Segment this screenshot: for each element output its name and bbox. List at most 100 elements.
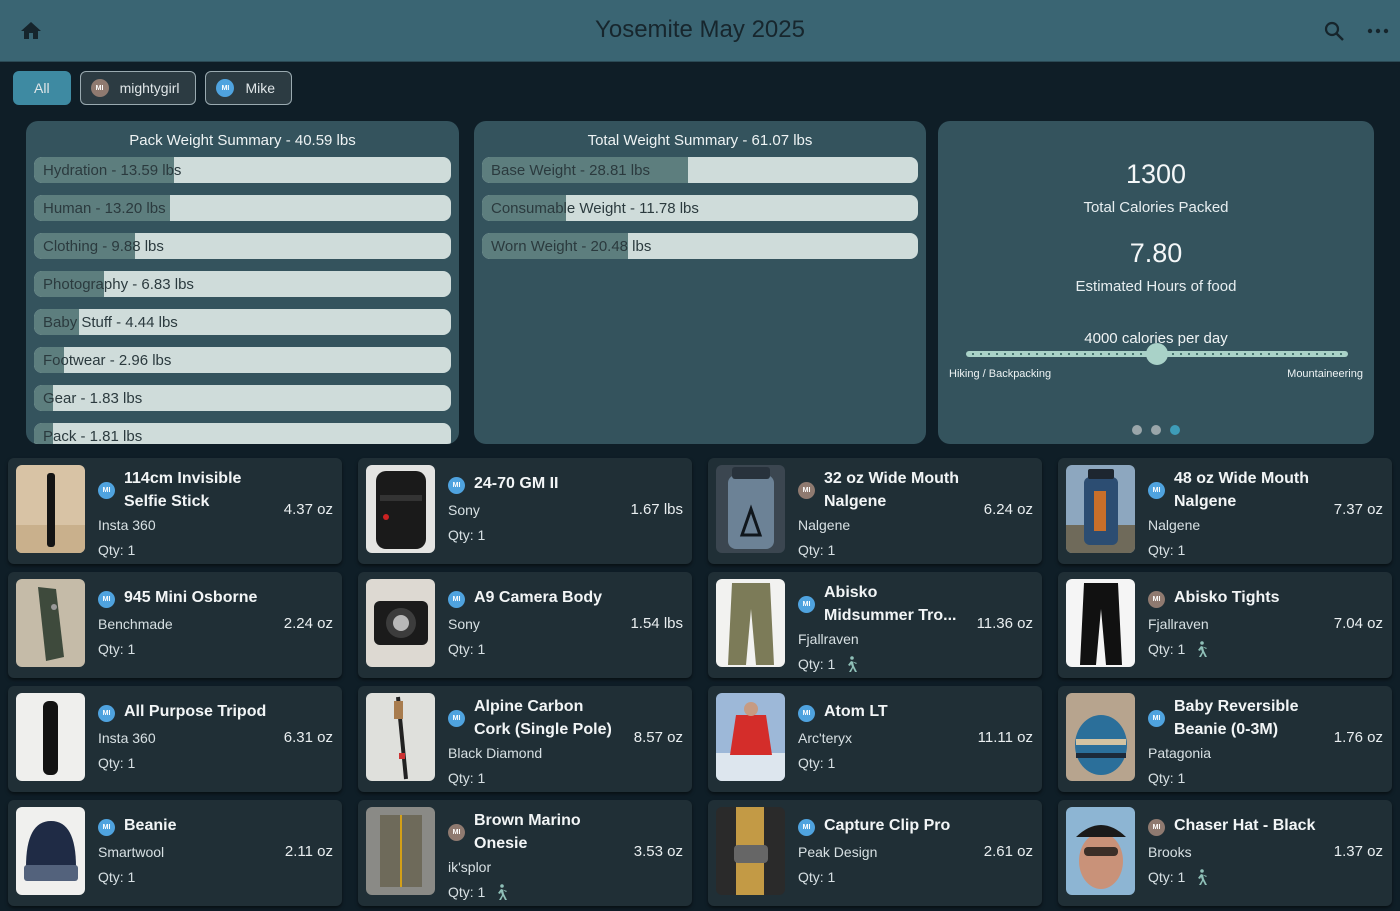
item-quantity-text: Qty: 1 [798,869,836,885]
pack-category-bar: Gear - 1.83 lbs [34,385,451,411]
gear-item-card[interactable]: MI Alpine Carbon Cork (Single Pole) Black … [358,686,692,792]
food-hours-value: 7.80 [1129,238,1183,268]
owner-avatar: MI [1148,819,1165,836]
item-quantity-text: Qty: 1 [1148,869,1186,885]
gear-item-card[interactable]: MI 114cm Invisible Selfie Stick Insta 360 Q… [8,458,342,564]
owner-avatar: MI [1148,591,1165,608]
more-options-icon[interactable] [1366,19,1390,43]
owner-avatar: MI [1148,710,1165,727]
gear-item-card[interactable]: MI A9 Camera Body Sony Qty: 1 1.54 lbs [358,572,692,678]
item-brand: Black Diamond [448,745,543,761]
avatar: MI [90,79,109,97]
gear-item-card[interactable]: MI Capture Clip Pro Peak Design Qty: 1 2.61 … [708,800,1042,906]
item-brand: Peak Design [798,844,878,860]
owner-avatar: MI [98,482,115,499]
gear-item-card[interactable]: MI Abisko Midsummer Tro... Fjallraven Qty: … [708,572,1042,678]
walking-icon [1198,869,1208,885]
item-photo [366,693,435,781]
item-name: 945 Mini Osborne [124,589,258,606]
item-weight: 3.53 oz [633,843,683,860]
item-photo [366,807,435,895]
item-quantity-text: Qty: 1 [98,542,136,558]
page-dot-2[interactable] [1151,425,1161,435]
page-dot-3[interactable] [1170,425,1180,435]
item-quantity: Qty: 1 [798,542,835,558]
total-weight-bars: Base Weight - 28.81 lbs Consumable Weight… [474,157,926,259]
gear-item-card[interactable]: MI Chaser Hat - Black Brooks Qty: 1 1.37 oz [1058,800,1392,906]
item-weight: 2.61 oz [983,843,1033,860]
item-weight: 1.67 lbs [630,501,683,518]
gear-item-grid: MI 114cm Invisible Selfie Stick Insta 360 Q… [8,458,1392,906]
item-weight: 7.04 oz [1333,615,1383,632]
pack-category-bar-label: Clothing - 9.88 lbs [43,238,164,255]
gear-item-card[interactable]: MI 48 oz Wide Mouth Nalgene Nalgene Qty: 1 7… [1058,458,1392,564]
page-dot-1[interactable] [1132,425,1142,435]
slider-min-label: Hiking / Backpacking [949,368,1052,380]
item-photo [16,693,85,781]
item-name: Beanie [124,817,177,834]
item-quantity-text: Qty: 1 [98,755,136,771]
pack-category-bar-label: Footwear - 2.96 lbs [43,352,172,369]
pack-category-bar-label: Photography - 6.83 lbs [43,276,194,293]
calories-panel: 1300 Total Calories Packed 7.80 Estimate… [938,121,1374,444]
pack-category-bar-label: Hydration - 13.59 lbs [43,162,182,179]
weight-type-bar: Base Weight - 28.81 lbs [482,157,918,183]
owner-avatar: MI [448,591,465,608]
item-quantity-text: Qty: 1 [798,755,836,771]
filter-label: Mike [245,80,276,96]
item-weight: 1.76 oz [1333,729,1383,746]
item-brand: Sony [448,502,480,518]
owner-avatar: MI [1148,482,1165,499]
page-title: Yosemite May 2025 [595,16,805,43]
item-brand: Brooks [1148,844,1192,860]
filter-all[interactable]: All [13,71,71,105]
item-quantity-text: Qty: 1 [98,641,136,657]
item-name: All Purpose Tripod [124,703,267,720]
item-photo [716,465,785,553]
gear-item-card[interactable]: MI Brown Marino Onesie ik'splor Qty: 1 3.53 … [358,800,692,906]
item-weight: 11.36 oz [976,615,1033,632]
weight-type-bar: Consumable Weight - 11.78 lbs [482,195,918,221]
walking-icon [848,656,858,672]
item-weight: 8.57 oz [633,729,683,746]
item-name: Abisko Midsummer Tro... [824,584,957,624]
item-quantity-text: Qty: 1 [98,869,136,885]
item-photo [716,579,785,667]
item-photo [366,579,435,667]
summary-page-indicator [938,425,1374,435]
item-photo [16,579,85,667]
item-brand: Insta 360 [98,517,156,533]
gear-item-card[interactable]: MI Baby Reversible Beanie (0-3M) Patagonia… [1058,686,1392,792]
filter-mike[interactable]: MI Mike [205,71,293,105]
total-summary-title: Total Weight Summary - 61.07 lbs [587,132,813,149]
calories-slider-thumb[interactable] [1146,343,1168,365]
gear-item-card[interactable]: MI 945 Mini Osborne Benchmade Qty: 1 2.24 oz [8,572,342,678]
weight-type-bar: Worn Weight - 20.48 lbs [482,233,918,259]
gear-item-card[interactable]: MI Abisko Tights Fjallraven Qty: 1 7.04 oz [1058,572,1392,678]
total-calories-value: 1300 [1125,159,1187,189]
item-quantity: Qty: 1 [1148,869,1208,885]
item-brand: Benchmade [98,616,173,632]
item-quantity: Qty: 1 [798,755,835,771]
search-icon[interactable] [1322,19,1346,43]
gear-item-card[interactable]: MI 24-70 GM II Sony Qty: 1 1.67 lbs [358,458,692,564]
weight-type-bar-label: Consumable Weight - 11.78 lbs [491,200,699,217]
item-quantity: Qty: 1 [98,542,135,558]
gear-item-card[interactable]: MI 32 oz Wide Mouth Nalgene Nalgene Qty: 1 6… [708,458,1042,564]
item-name: Chaser Hat - Black [1174,817,1316,834]
gear-item-card[interactable]: MI Beanie Smartwool Qty: 1 2.11 oz [8,800,342,906]
item-weight: 11.11 oz [977,729,1033,746]
gear-item-card[interactable]: MI Atom LT Arc'teryx Qty: 1 11.11 oz [708,686,1042,792]
item-weight: 7.37 oz [1333,501,1383,518]
pack-category-bar: Hydration - 13.59 lbs [34,157,451,183]
avatar: MI [216,79,235,97]
item-quantity: Qty: 1 [448,884,508,900]
pack-category-bar-label: Pack - 1.81 lbs [43,428,143,444]
item-name: Atom LT [824,703,888,720]
pack-weight-summary: Pack Weight Summary - 40.59 lbs Hydratio… [26,121,459,444]
gear-item-card[interactable]: MI All Purpose Tripod Insta 360 Qty: 1 6.31 … [8,686,342,792]
item-photo [1066,807,1135,895]
filter-label: All [34,80,50,96]
filter-mightygirl[interactable]: MI mightygirl [79,71,197,105]
item-brand: ik'splor [448,859,492,875]
